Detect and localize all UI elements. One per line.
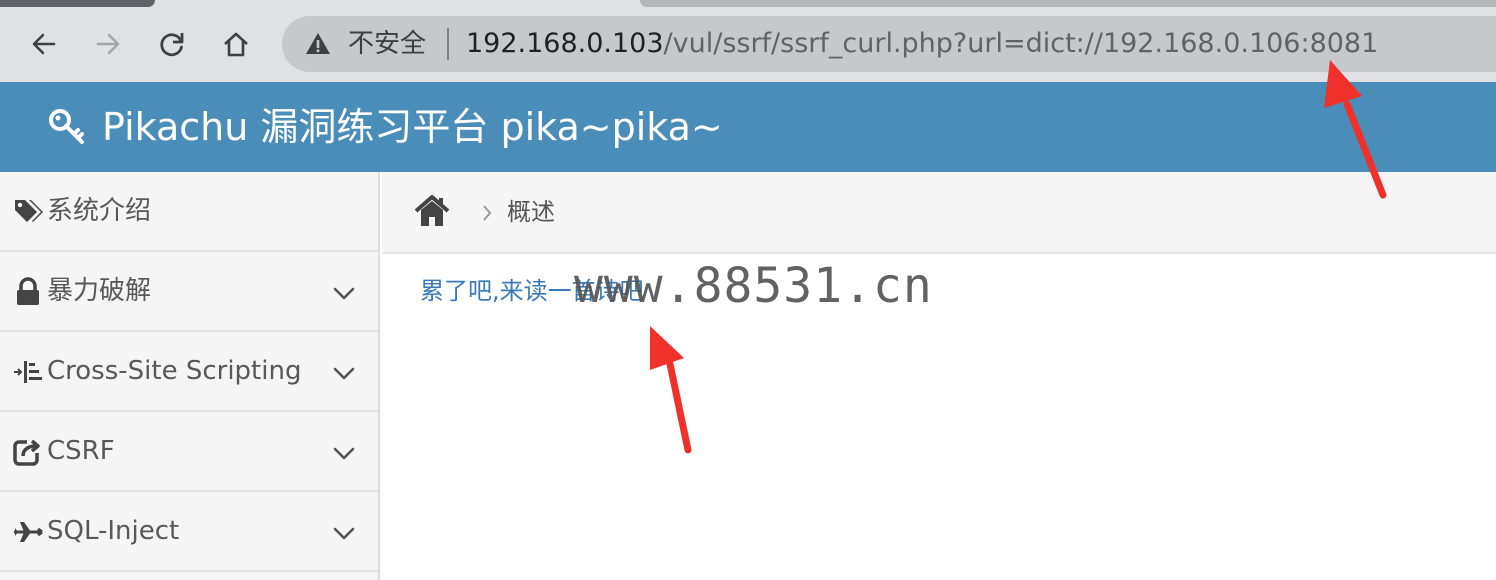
security-label[interactable]: 不安全	[348, 27, 426, 61]
home-icon[interactable]	[414, 194, 450, 228]
chevron-right-icon	[483, 205, 492, 221]
chevron-down-icon[interactable]	[330, 359, 358, 387]
annotation-arrow-content	[650, 326, 692, 454]
key-icon	[49, 109, 84, 144]
sidebar-item-label: Cross-Site Scripting	[47, 356, 302, 386]
sidebar-item-csrf[interactable]: CSRF	[0, 412, 378, 492]
indent-icon	[14, 361, 42, 383]
watermark: www.88531.cn	[574, 258, 933, 314]
share-icon	[13, 439, 42, 466]
site-title[interactable]: Pikachu 漏洞练习平台 pika~pika~	[102, 102, 723, 152]
lock-icon	[17, 277, 39, 305]
back-button[interactable]	[24, 24, 64, 64]
chevron-down-icon[interactable]	[330, 519, 358, 547]
omnibox-divider	[447, 28, 449, 60]
site-header: Pikachu 漏洞练习平台 pika~pika~	[0, 82, 1496, 172]
forward-icon	[96, 33, 120, 55]
reload-icon	[160, 33, 184, 57]
sidebar-item-label: 系统介绍	[47, 196, 152, 226]
sidebar-item-label: 暴力破解	[47, 276, 152, 306]
sidebar-item-label: SQL-Inject	[47, 516, 180, 546]
chevron-down-icon[interactable]	[330, 439, 358, 467]
home-icon	[224, 32, 248, 57]
chevron-down-icon[interactable]	[330, 279, 358, 307]
reload-button[interactable]	[152, 24, 192, 64]
tags-icon	[15, 200, 43, 222]
url-text[interactable]: 192.168.0.103/vul/ssrf/ssrf_curl.php?url…	[466, 26, 1378, 62]
forward-button[interactable]	[88, 24, 128, 64]
sidebar-item-xss[interactable]: Cross-Site Scripting	[0, 332, 378, 412]
sidebar-item-intro[interactable]: 系统介绍	[0, 172, 378, 252]
url-host: 192.168.0.103	[466, 28, 664, 59]
sidebar: 系统介绍 暴力破解 Cross-Site Scripting CSRF SQL-…	[0, 172, 380, 580]
breadcrumb-current: 概述	[507, 198, 555, 226]
tab-strip-edge[interactable]	[640, 0, 1496, 7]
home-button[interactable]	[216, 24, 256, 64]
warning-icon[interactable]	[304, 30, 332, 58]
sidebar-item-label: CSRF	[47, 436, 115, 466]
active-tab-edge[interactable]	[0, 0, 155, 7]
back-icon	[32, 33, 56, 55]
annotation-arrow-url	[1324, 60, 1387, 199]
sidebar-item-brute-force[interactable]: 暴力破解	[0, 252, 378, 332]
browser-toolbar: 不安全 192.168.0.103/vul/ssrf/ssrf_curl.php…	[0, 0, 1496, 82]
sidebar-item-sql-inject[interactable]: SQL-Inject	[0, 492, 378, 572]
url-path: /vul/ssrf/ssrf_curl.php?url=dict://192.1…	[663, 28, 1379, 59]
plane-icon	[14, 522, 43, 542]
